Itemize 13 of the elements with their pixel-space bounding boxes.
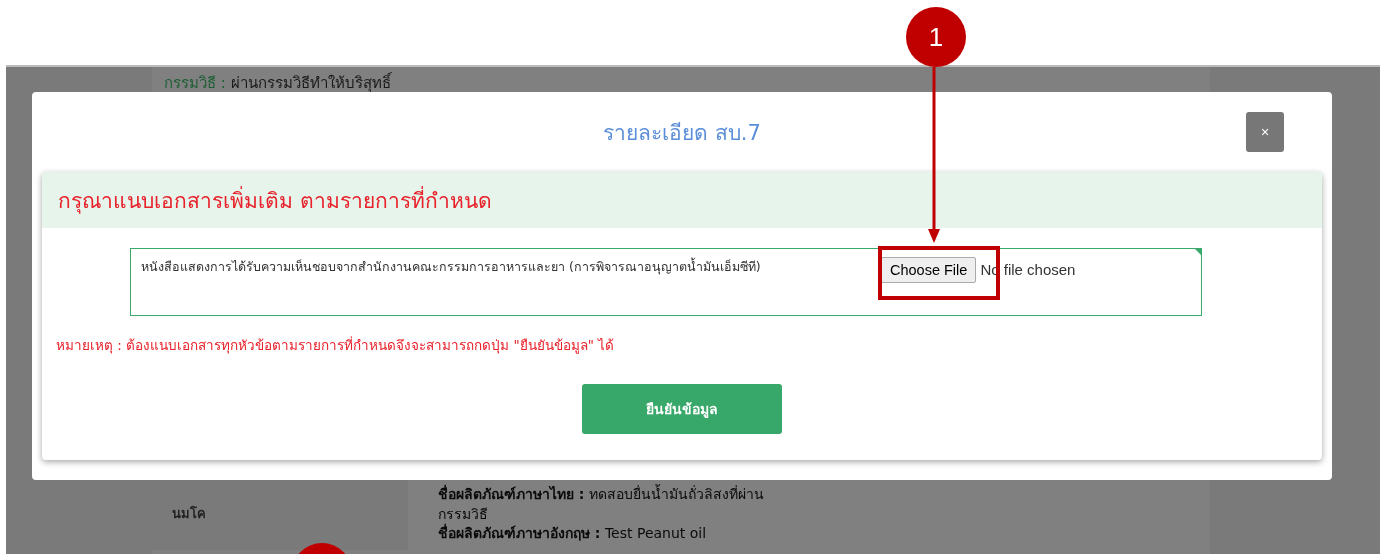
step-number-badge: 1 [906, 7, 966, 67]
method-value: ผ่านกรรมวิธีทำให้บริสุทธิ์ [230, 74, 391, 92]
document-description: หนังสือแสดงการได้รับความเห็นชอบจากสำนักงานคณะกรรมการอาหารและยา (การพิจารณาอนุญาตน้ำมันเอ็มซีที) [141, 257, 762, 277]
close-button[interactable]: × [1246, 112, 1284, 152]
note-text: หมายเหตุ : ต้องแนบเอกสารทุกหัวข้อตามรายการที่กำหนดจึงจะสามารถกดปุ่ม "ยืนยันข้อมูล" ได้ [56, 335, 616, 356]
product-detail: ชื่อผลิตภัณฑ์ภาษาไทย : ทดสอบยื่นน้ำมันถั่วลิสงที่ผ่านกรรมวิธี [438, 485, 765, 523]
confirm-button[interactable]: ยืนยันข้อมูล [582, 384, 782, 434]
method-label: กรรมวิธี : [164, 74, 226, 92]
choose-file-button[interactable]: Choose File [881, 257, 977, 283]
section-title: กรุณาแนบเอกสารเพิ่มเติม ตามรายการที่กำหนด [58, 185, 492, 216]
table-cell: นมโค [152, 477, 408, 550]
modal-title: รายละเอียด สบ.7 [603, 119, 761, 147]
product-detail: ชื่อผลิตภัณฑ์ภาษาอังกฤษ : Test Peanut oil [438, 524, 708, 544]
